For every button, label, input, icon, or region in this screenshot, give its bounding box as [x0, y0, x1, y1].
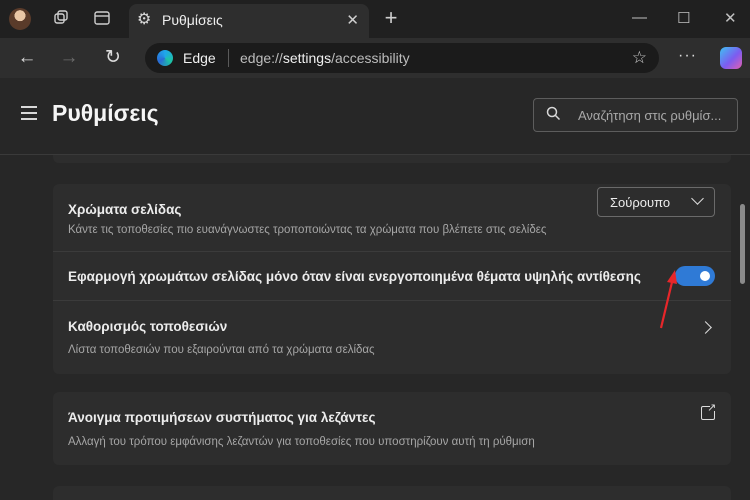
forward-button[interactable]: → [58, 47, 80, 69]
previous-card-edge [53, 155, 731, 163]
tab-actions-icon[interactable] [92, 9, 112, 29]
close-window-button[interactable]: ✕ [724, 9, 737, 27]
search-placeholder: Αναζήτηση στις ρυθμίσ... [578, 108, 722, 123]
tab-title: Ρυθμίσεις [162, 12, 223, 28]
url-path: settings [282, 50, 332, 66]
customize-sites-row[interactable]: Καθορισμός τοποθεσιών Λίστα τοποθεσιών π… [53, 301, 731, 374]
settings-search-input[interactable]: Αναζήτηση στις ρυθμίσ... [533, 98, 738, 132]
page-colors-dropdown[interactable]: Σούρουπο [597, 187, 715, 217]
settings-header: Ρυθμίσεις Αναζήτηση στις ρυθμίσ... [0, 78, 750, 155]
gear-icon: ⚙ [137, 11, 152, 28]
title-bar: ⚙ Ρυθμίσεις ✕ + — ☐ ✕ [0, 0, 750, 38]
address-url[interactable]: edge://settings/accessibility [240, 50, 410, 66]
caption-preferences-card[interactable]: Άνοιγμα προτιμήσεων συστήματος για λεζάν… [53, 392, 731, 465]
url-suffix: /accessibility [331, 50, 410, 66]
close-tab-icon[interactable]: ✕ [346, 11, 359, 29]
page-title: Ρυθμίσεις [52, 100, 159, 126]
menu-icon[interactable] [21, 106, 37, 124]
profile-avatar[interactable] [9, 8, 31, 30]
address-bar[interactable]: Edge edge://settings/accessibility ☆ [145, 43, 659, 73]
page-colors-card: Χρώματα σελίδας Κάντε τις τοποθεσίες πιο… [53, 184, 731, 374]
caption-prefs-description: Αλλαγή του τρόπου εμφάνισης λεζαντών για… [68, 436, 535, 448]
workspaces-icon[interactable] [51, 9, 71, 29]
page-colors-title: Χρώματα σελίδας [68, 202, 182, 217]
external-arrow-icon: ↗ [707, 402, 717, 414]
address-separator [228, 49, 229, 67]
maximize-button[interactable]: ☐ [677, 9, 690, 27]
settings-page: Ρυθμίσεις Αναζήτηση στις ρυθμίσ... Χρώμα… [0, 78, 750, 500]
annotation-arrow-icon [659, 270, 677, 329]
page-colors-row: Χρώματα σελίδας Κάντε τις τοποθεσίες πιο… [53, 184, 731, 250]
high-contrast-row: Εφαρμογή χρωμάτων σελίδας μόνο όταν είνα… [53, 252, 731, 300]
customize-sites-title: Καθορισμός τοποθεσιών [68, 319, 228, 334]
more-menu-button[interactable]: ··· [678, 47, 697, 65]
chevron-right-icon [699, 321, 712, 334]
new-tab-button[interactable]: + [380, 7, 402, 30]
page-colors-selected: Σούρουπο [610, 195, 671, 210]
back-button[interactable]: ← [16, 47, 38, 69]
toggle-knob [700, 271, 710, 281]
edge-logo-icon [157, 50, 173, 66]
high-contrast-toggle[interactable] [675, 266, 715, 286]
address-brand: Edge [183, 50, 216, 66]
page-colors-description: Κάντε τις τοποθεσίες πιο ευανάγνωστες τρ… [68, 224, 547, 236]
minimize-button[interactable]: — [632, 9, 647, 26]
next-card-edge [53, 486, 731, 500]
customize-sites-description: Λίστα τοποθεσιών που εξαιρούνται από τα … [68, 344, 375, 356]
search-icon [546, 106, 561, 125]
favorite-star-icon[interactable]: ☆ [632, 48, 647, 68]
navigation-bar: ← → ↻ Edge edge://settings/accessibility… [0, 38, 750, 78]
chevron-down-icon [691, 192, 704, 205]
caption-prefs-title: Άνοιγμα προτιμήσεων συστήματος για λεζάν… [68, 410, 376, 425]
url-prefix: edge:// [240, 50, 283, 66]
high-contrast-title: Εφαρμογή χρωμάτων σελίδας μόνο όταν είνα… [68, 269, 641, 284]
tab-settings[interactable]: ⚙ Ρυθμίσεις ✕ [129, 4, 369, 38]
refresh-button[interactable]: ↻ [102, 47, 124, 69]
copilot-icon[interactable] [720, 47, 742, 69]
scrollbar-thumb[interactable] [740, 204, 745, 284]
